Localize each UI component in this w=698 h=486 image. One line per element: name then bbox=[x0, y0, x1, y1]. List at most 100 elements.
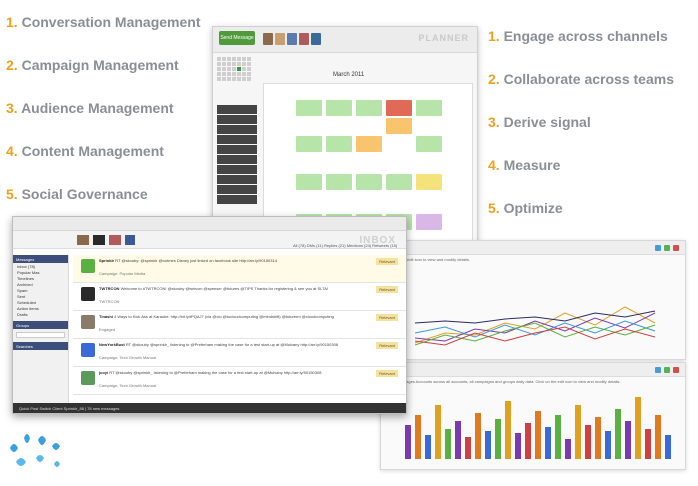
bar bbox=[595, 417, 601, 459]
message-item[interactable]: Tinashi 4 Ways to Kick Ass at Karaoke: h… bbox=[73, 311, 406, 339]
relevance-tag[interactable]: Relevant bbox=[376, 342, 398, 349]
feature-item: 3. Audience Management bbox=[6, 98, 216, 141]
message-item[interactable]: NewYorkBust RT @skouby @sprinklr_ listen… bbox=[73, 339, 406, 367]
calendar-event[interactable] bbox=[296, 100, 322, 116]
message-item[interactable]: Sprinklr RT @skouby: @sprinklr @notmes D… bbox=[73, 255, 406, 283]
facebook-icon[interactable] bbox=[125, 235, 135, 245]
avatar[interactable] bbox=[287, 33, 297, 45]
avatar[interactable] bbox=[93, 235, 105, 245]
relevance-tag[interactable]: Relevant bbox=[376, 314, 398, 321]
bar bbox=[665, 435, 671, 459]
feature-item: 1. Conversation Management bbox=[6, 12, 216, 55]
feature-label: Measure bbox=[503, 157, 561, 173]
message-item[interactable]: TWTRCON Welcome to #TWTRCON! @skouby @tw… bbox=[73, 283, 406, 311]
bar bbox=[615, 409, 621, 459]
feature-item: 4. Content Management bbox=[6, 141, 216, 184]
message-item[interactable]: jcoyi RT @skouby @sprinklr_ listening to… bbox=[73, 367, 406, 395]
inbox-window: INBOX Messages Inbox (78) Popular Mas Ti… bbox=[12, 216, 407, 414]
bar bbox=[405, 425, 411, 459]
bar bbox=[555, 415, 561, 459]
feature-item: 1. Engage across channels bbox=[488, 26, 698, 69]
left-feature-list: 1. Conversation Management 2. Campaign M… bbox=[6, 12, 216, 227]
bar bbox=[435, 405, 441, 459]
calendar-event[interactable] bbox=[416, 100, 442, 116]
close-icon[interactable] bbox=[673, 367, 679, 373]
bar bbox=[605, 431, 611, 459]
bar bbox=[585, 425, 591, 459]
avatar[interactable] bbox=[275, 33, 285, 45]
message-text: NewYorkBust RT @skouby @sprinklr_ listen… bbox=[99, 342, 359, 347]
calendar-event[interactable] bbox=[386, 174, 412, 190]
analytics-panel-top: Click on the edit icon to view and modif… bbox=[380, 240, 686, 360]
feature-item: 4. Measure bbox=[488, 155, 698, 198]
message-campaign: Campaign: Popular Media bbox=[99, 271, 146, 276]
searches-section-header: Searches bbox=[13, 342, 68, 350]
calendar-event[interactable] bbox=[416, 136, 442, 152]
feature-number: 4. bbox=[6, 143, 18, 159]
export-icon[interactable] bbox=[664, 367, 670, 373]
feature-number: 1. bbox=[488, 28, 500, 44]
message-body: 4 Ways to Kick Ass at Karaoke: http://bi… bbox=[114, 314, 334, 319]
calendar-event[interactable] bbox=[296, 174, 322, 190]
calendar-event[interactable] bbox=[356, 100, 382, 116]
calendar-event[interactable] bbox=[326, 100, 352, 116]
feature-item: 2. Campaign Management bbox=[6, 55, 216, 98]
filter-tabs[interactable]: All (78) DMs (11) Replies (21) Mentions … bbox=[293, 243, 397, 248]
bar-chart bbox=[405, 397, 671, 459]
bar bbox=[415, 415, 421, 459]
calendar-event[interactable] bbox=[416, 214, 442, 230]
avatar[interactable] bbox=[109, 235, 121, 245]
message-author: TWTRCON bbox=[99, 286, 120, 291]
feature-label: Engage across channels bbox=[503, 28, 668, 44]
bar bbox=[655, 415, 661, 459]
feature-label: Content Management bbox=[21, 143, 164, 159]
calendar-event[interactable] bbox=[356, 136, 382, 152]
relevance-tag[interactable]: Relevant bbox=[376, 286, 398, 293]
message-author: Tinashi bbox=[99, 314, 113, 319]
sidebar-item[interactable]: Drafts bbox=[13, 311, 68, 317]
bar bbox=[525, 423, 531, 459]
calendar-event[interactable] bbox=[326, 136, 352, 152]
send-message-button[interactable]: Send Message bbox=[219, 31, 255, 45]
calendar-event[interactable] bbox=[356, 174, 382, 190]
avatar bbox=[81, 287, 95, 301]
message-body: RT @skouby @sprinklr_ listening to @Pref… bbox=[125, 342, 339, 347]
avatar[interactable] bbox=[311, 33, 321, 45]
status-bar: Quick Post Switch Client Sprinklr_88 | 7… bbox=[13, 403, 406, 413]
feature-label: Audience Management bbox=[21, 100, 174, 116]
bar bbox=[645, 429, 651, 459]
message-campaign: Engaged bbox=[99, 327, 116, 332]
planner-title: PLANNER bbox=[418, 33, 469, 43]
feature-item: 5. Optimize bbox=[488, 198, 698, 241]
calendar-event[interactable] bbox=[386, 118, 412, 134]
relevance-tag[interactable]: Relevant bbox=[376, 370, 398, 377]
bar bbox=[635, 397, 641, 459]
relevance-tag[interactable]: Relevant bbox=[376, 258, 398, 265]
feature-label: Derive signal bbox=[503, 114, 591, 130]
bar bbox=[485, 431, 491, 459]
close-icon[interactable] bbox=[673, 245, 679, 251]
feature-number: 5. bbox=[488, 200, 500, 216]
calendar-event[interactable] bbox=[416, 174, 442, 190]
group-search-input[interactable] bbox=[16, 332, 65, 338]
bar bbox=[515, 433, 521, 459]
bar bbox=[495, 419, 501, 459]
export-icon[interactable] bbox=[664, 245, 670, 251]
feature-number: 3. bbox=[6, 100, 18, 116]
calendar-event[interactable] bbox=[296, 136, 322, 152]
refresh-icon[interactable] bbox=[655, 367, 661, 373]
message-author: NewYorkBust bbox=[99, 342, 125, 347]
avatar[interactable] bbox=[77, 235, 89, 245]
avatar[interactable] bbox=[299, 33, 309, 45]
feature-item: 2. Collaborate across teams bbox=[488, 69, 698, 112]
bar bbox=[625, 421, 631, 459]
app-tabs[interactable] bbox=[13, 217, 406, 231]
calendar-event[interactable] bbox=[386, 100, 412, 116]
splash-graphic bbox=[10, 434, 60, 467]
refresh-icon[interactable] bbox=[655, 245, 661, 251]
planner-side-list[interactable] bbox=[217, 105, 257, 205]
planner-window: Send Message PLANNER March 2011 bbox=[212, 26, 478, 248]
planner-toolbar: Send Message PLANNER bbox=[213, 27, 477, 53]
calendar-event[interactable] bbox=[326, 174, 352, 190]
avatar[interactable] bbox=[263, 33, 273, 45]
